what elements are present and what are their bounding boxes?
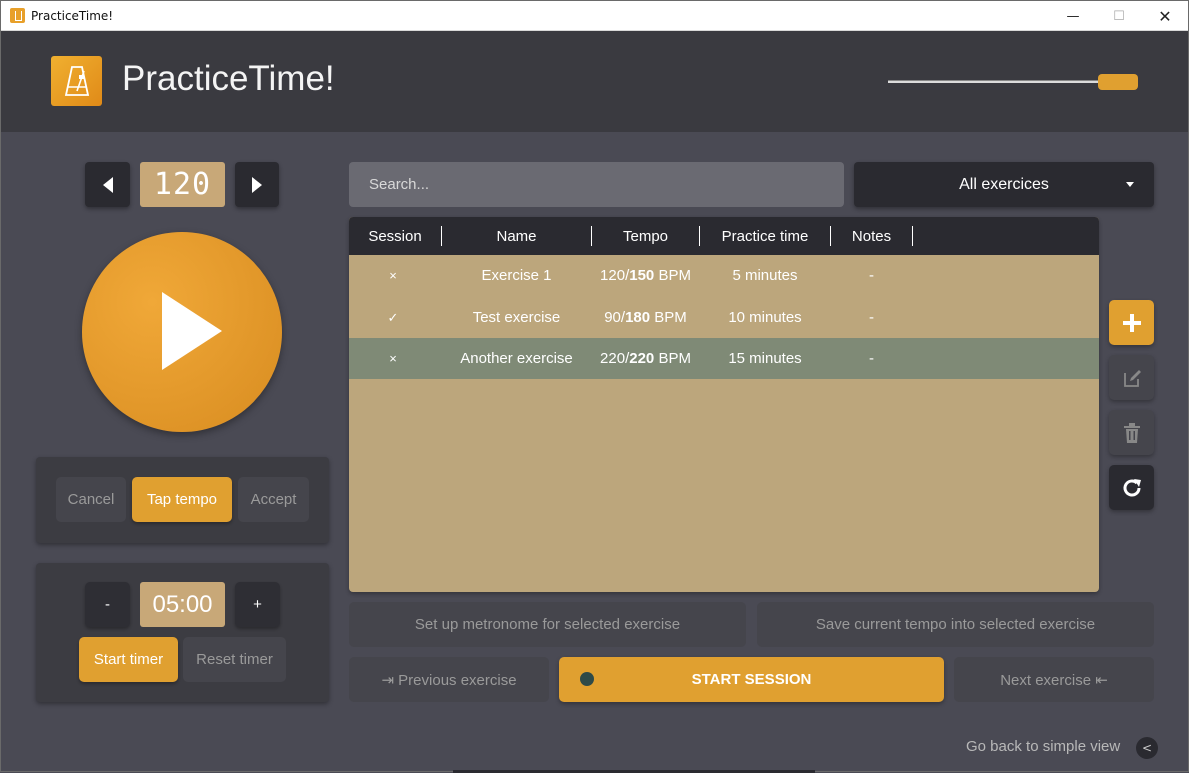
column-header-name[interactable]: Name [442,217,591,255]
play-icon [162,292,222,370]
column-header-session[interactable]: Session [349,217,441,255]
title-bar: PracticeTime! — ☐ ✕ [1,1,1188,31]
table-row[interactable]: × Exercise 1 120/150 BPM 5 minutes - [349,255,1099,296]
close-button[interactable]: ✕ [1142,1,1188,31]
table-header: Session Name Tempo Practice time Notes [349,217,1099,255]
app-window: PracticeTime! — ☐ ✕ PracticeTime! 120 Ca… [0,0,1189,773]
triangle-left-icon [102,176,113,193]
tempo-unit: BPM [658,267,691,284]
tempo-current: 220 [600,350,626,367]
session-toggle[interactable]: × [349,255,437,296]
setup-metronome-button[interactable]: Set up metronome for selected exercise [349,602,746,647]
add-exercise-button[interactable] [1109,300,1154,345]
tempo-unit: BPM [658,350,691,367]
exercise-filter-dropdown[interactable]: All exercices [854,162,1154,207]
timer-decrease-button[interactable]: - [85,582,130,627]
tempo-current: 90 [604,309,621,326]
play-button[interactable] [82,232,282,432]
exercise-tempo: 220/220 BPM [600,350,691,367]
tempo-decrease-button[interactable] [85,162,130,207]
volume-slider-thumb[interactable] [1098,74,1138,90]
start-session-button[interactable]: START SESSION [559,657,944,702]
reset-timer-button[interactable]: Reset timer [183,637,286,682]
tempo-increase-button[interactable] [235,162,279,207]
session-toggle[interactable]: ✓ [349,297,437,338]
refresh-button[interactable] [1109,465,1154,510]
search-input[interactable] [349,162,844,207]
table-row-selected[interactable]: × Another exercise 220/220 BPM 15 minute… [349,338,1099,379]
chevron-down-icon [1126,182,1134,187]
edit-icon [1123,369,1141,387]
tempo-unit: BPM [654,309,687,326]
app-header: PracticeTime! [1,31,1188,132]
column-header-notes[interactable]: Notes [831,217,912,255]
filter-selected-value: All exercices [959,175,1049,193]
start-timer-button[interactable]: Start timer [79,637,178,682]
delete-exercise-button[interactable] [1109,410,1154,455]
session-status-indicator [580,672,594,686]
plus-icon [1122,313,1141,332]
exercise-notes: - [869,309,874,326]
save-tempo-button[interactable]: Save current tempo into selected exercis… [757,602,1154,647]
accept-button[interactable]: Accept [238,477,309,522]
edit-exercise-button[interactable] [1109,355,1154,400]
app-icon [10,8,25,23]
exercise-practice-time: 10 minutes [728,309,802,326]
exercise-tempo: 120/150 BPM [600,267,691,284]
exercise-name: Another exercise [460,350,573,367]
tempo-target: 180 [625,309,651,326]
previous-exercise-button[interactable]: ⇥ Previous exercise [349,657,549,702]
exercise-practice-time: 5 minutes [732,267,798,284]
app-title: PracticeTime! [122,59,335,98]
tempo-target: 150 [629,267,655,284]
simple-view-link[interactable]: Go back to simple view [966,738,1120,755]
exercise-name: Test exercise [472,309,561,326]
timer-display: 05:00 [140,582,225,627]
maximize-button[interactable]: ☐ [1096,1,1142,31]
window-title: PracticeTime! [31,9,114,23]
start-session-label: START SESSION [691,671,812,688]
timer-increase-button[interactable]: + [235,582,280,627]
minimize-button[interactable]: — [1050,1,1096,31]
tempo-display: 120 [140,162,225,207]
metronome-icon [51,56,102,106]
tempo-target: 220 [629,350,655,367]
cancel-button[interactable]: Cancel [56,477,126,522]
column-divider[interactable] [912,226,913,246]
session-toggle[interactable]: × [349,338,437,379]
exercise-notes: - [869,267,874,284]
exercise-name: Exercise 1 [481,267,552,284]
exercise-practice-time: 15 minutes [728,350,802,367]
trash-icon [1123,422,1140,443]
column-header-tempo[interactable]: Tempo [592,217,699,255]
exercise-table: Session Name Tempo Practice time Notes ×… [349,217,1099,592]
exercise-notes: - [869,350,874,367]
triangle-right-icon [252,176,262,193]
back-arrow-icon[interactable]: < [1136,737,1158,759]
column-header-practice-time[interactable]: Practice time [700,217,830,255]
next-exercise-button[interactable]: Next exercise ⇤ [954,657,1154,702]
refresh-icon [1123,478,1141,496]
exercise-tempo: 90/180 BPM [604,309,687,326]
tap-tempo-button[interactable]: Tap tempo [132,477,232,522]
volume-slider-track[interactable] [888,80,1118,83]
table-row[interactable]: ✓ Test exercise 90/180 BPM 10 minutes - [349,297,1099,338]
tempo-current: 120 [600,267,626,284]
